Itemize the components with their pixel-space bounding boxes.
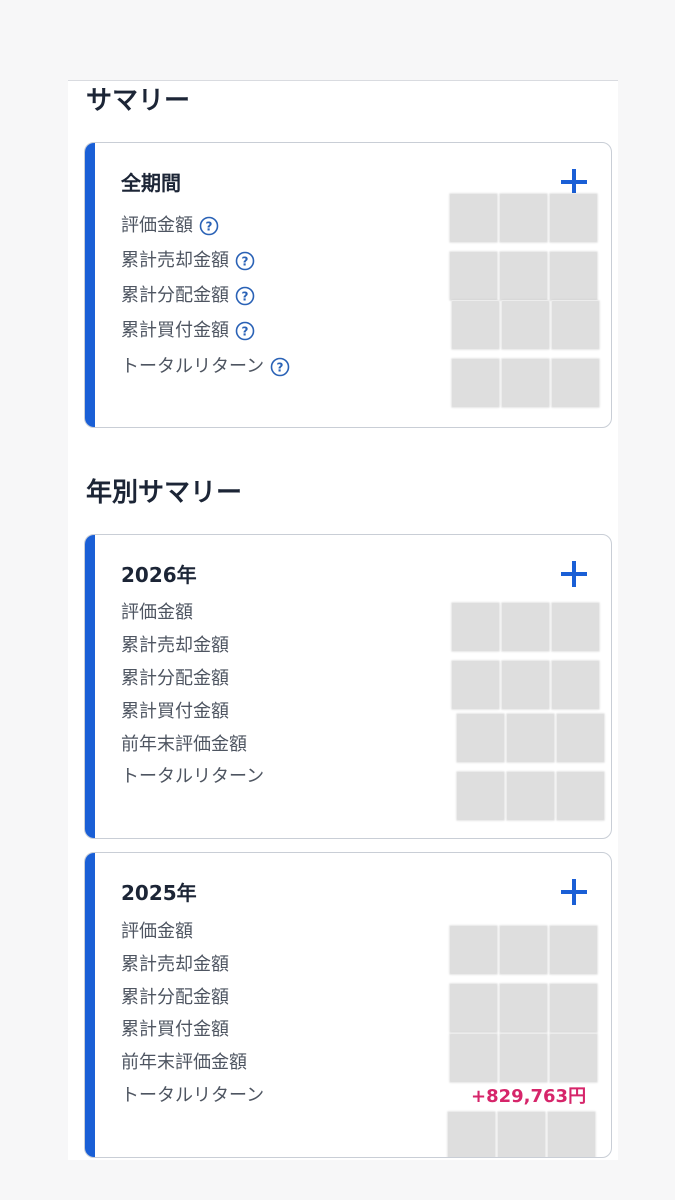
- year-card-2025: 2025年 評価金額 累計売却金額 累計分配金額 累計買付金額 前年末評価金額 …: [84, 852, 612, 1158]
- summary-page: サマリー 全期間 評価金額 ? 累計売却金額 ? 累計分配金額 ? 累計買付金額…: [68, 80, 618, 1160]
- redacted-value: [501, 358, 550, 408]
- redacted-value: [451, 602, 500, 652]
- redacted-value: [447, 1111, 496, 1157]
- row-cumulative-sales: 累計売却金額 ?: [121, 248, 255, 274]
- expand-button[interactable]: [559, 877, 589, 907]
- redacted-value: [451, 300, 500, 350]
- row-label: 累計買付金額: [121, 320, 229, 341]
- card-title: 2025年: [121, 881, 197, 905]
- help-icon[interactable]: ?: [199, 216, 219, 236]
- help-icon[interactable]: ?: [235, 251, 255, 271]
- row-label: 累計分配金額: [121, 285, 229, 306]
- row-label: トータルリターン: [121, 1085, 265, 1106]
- redacted-value: [499, 983, 548, 1033]
- redacted-value: [549, 251, 598, 301]
- redacted-value: [549, 193, 598, 243]
- row-valuation: 評価金額 ?: [121, 213, 219, 239]
- row-cumulative-purchase: 累計買付金額: [121, 699, 229, 725]
- row-cumulative-sales: 累計売却金額: [121, 952, 229, 978]
- redacted-value: [551, 358, 600, 408]
- plus-icon: [561, 879, 587, 905]
- plus-icon: [561, 561, 587, 587]
- svg-text:?: ?: [242, 255, 249, 269]
- row-label: 累計売却金額: [121, 635, 229, 656]
- redacted-value: [449, 1033, 498, 1083]
- redacted-value: [551, 300, 600, 350]
- redacted-value: [501, 660, 550, 710]
- row-cumulative-sales: 累計売却金額: [121, 633, 229, 659]
- redacted-value: [499, 251, 548, 301]
- row-label: 前年末評価金額: [121, 1052, 247, 1073]
- row-label: 評価金額: [121, 921, 193, 942]
- redacted-value: [449, 983, 498, 1033]
- row-total-return: トータルリターン: [121, 764, 264, 790]
- row-label: 評価金額: [121, 215, 193, 236]
- help-icon[interactable]: ?: [235, 286, 255, 306]
- row-cumulative-purchase: 累計買付金額: [121, 1017, 229, 1043]
- redacted-value: [549, 925, 598, 975]
- total-return-value: +829,763円: [471, 1086, 587, 1107]
- row-cumulative-purchase: 累計買付金額 ?: [121, 318, 255, 344]
- redacted-value: [556, 713, 605, 763]
- redacted-value: [449, 925, 498, 975]
- redacted-value: [549, 1033, 598, 1083]
- top-divider: [68, 80, 618, 81]
- svg-text:?: ?: [277, 361, 284, 375]
- svg-text:?: ?: [242, 325, 249, 339]
- redacted-value: [456, 713, 505, 763]
- redacted-value: [449, 251, 498, 301]
- redacted-value: [456, 771, 505, 821]
- redacted-value: [506, 713, 555, 763]
- redacted-value: [499, 1033, 548, 1083]
- expand-button[interactable]: [559, 559, 589, 589]
- card-accent-bar: [85, 143, 95, 427]
- row-label: 累計分配金額: [121, 668, 229, 689]
- redacted-value: [549, 983, 598, 1033]
- redacted-value: [497, 1111, 546, 1157]
- row-valuation: 評価金額: [121, 919, 193, 945]
- card-title: 2026年: [121, 563, 197, 587]
- row-label: 前年末評価金額: [121, 734, 247, 755]
- card-accent-bar: [85, 853, 95, 1157]
- redacted-value: [501, 300, 550, 350]
- row-label: トータルリターン: [121, 766, 265, 787]
- help-icon[interactable]: ?: [270, 357, 290, 377]
- redacted-value: [499, 193, 548, 243]
- all-period-card: 全期間 評価金額 ? 累計売却金額 ? 累計分配金額 ? 累計買付金額 ? トー…: [84, 142, 612, 428]
- redacted-value: [551, 660, 600, 710]
- redacted-value: [551, 602, 600, 652]
- row-label: 評価金額: [121, 602, 193, 623]
- row-label: 累計売却金額: [121, 954, 229, 975]
- row-cumulative-distribution: 累計分配金額: [121, 666, 229, 692]
- redacted-value: [547, 1111, 596, 1157]
- row-label: 累計売却金額: [121, 250, 229, 271]
- svg-text:?: ?: [206, 220, 213, 234]
- help-icon[interactable]: ?: [235, 321, 255, 341]
- row-label: 累計買付金額: [121, 1019, 229, 1040]
- redacted-value: [556, 771, 605, 821]
- year-card-2026: 2026年 評価金額 累計売却金額 累計分配金額 累計買付金額 前年末評価金額 …: [84, 534, 612, 839]
- summary-heading: サマリー: [86, 86, 191, 116]
- redacted-value: [449, 193, 498, 243]
- svg-text:?: ?: [242, 290, 249, 304]
- redacted-value: [501, 602, 550, 652]
- row-cumulative-distribution: 累計分配金額 ?: [121, 283, 255, 309]
- row-label: 累計分配金額: [121, 987, 229, 1008]
- redacted-value: [499, 925, 548, 975]
- row-valuation: 評価金額: [121, 600, 193, 626]
- redacted-value: [451, 358, 500, 408]
- row-prev-year-end-valuation: 前年末評価金額: [121, 1050, 247, 1076]
- card-accent-bar: [85, 535, 95, 838]
- redacted-value: [451, 660, 500, 710]
- row-cumulative-distribution: 累計分配金額: [121, 985, 229, 1011]
- row-total-return: トータルリターン: [121, 1083, 264, 1109]
- row-prev-year-end-valuation: 前年末評価金額: [121, 732, 247, 758]
- row-total-return: トータルリターン ?: [121, 354, 290, 380]
- redacted-value: [506, 771, 555, 821]
- row-label: 累計買付金額: [121, 701, 229, 722]
- card-title: 全期間: [121, 171, 181, 195]
- row-label: トータルリターン: [121, 356, 265, 377]
- yearly-summary-heading: 年別サマリー: [86, 478, 243, 508]
